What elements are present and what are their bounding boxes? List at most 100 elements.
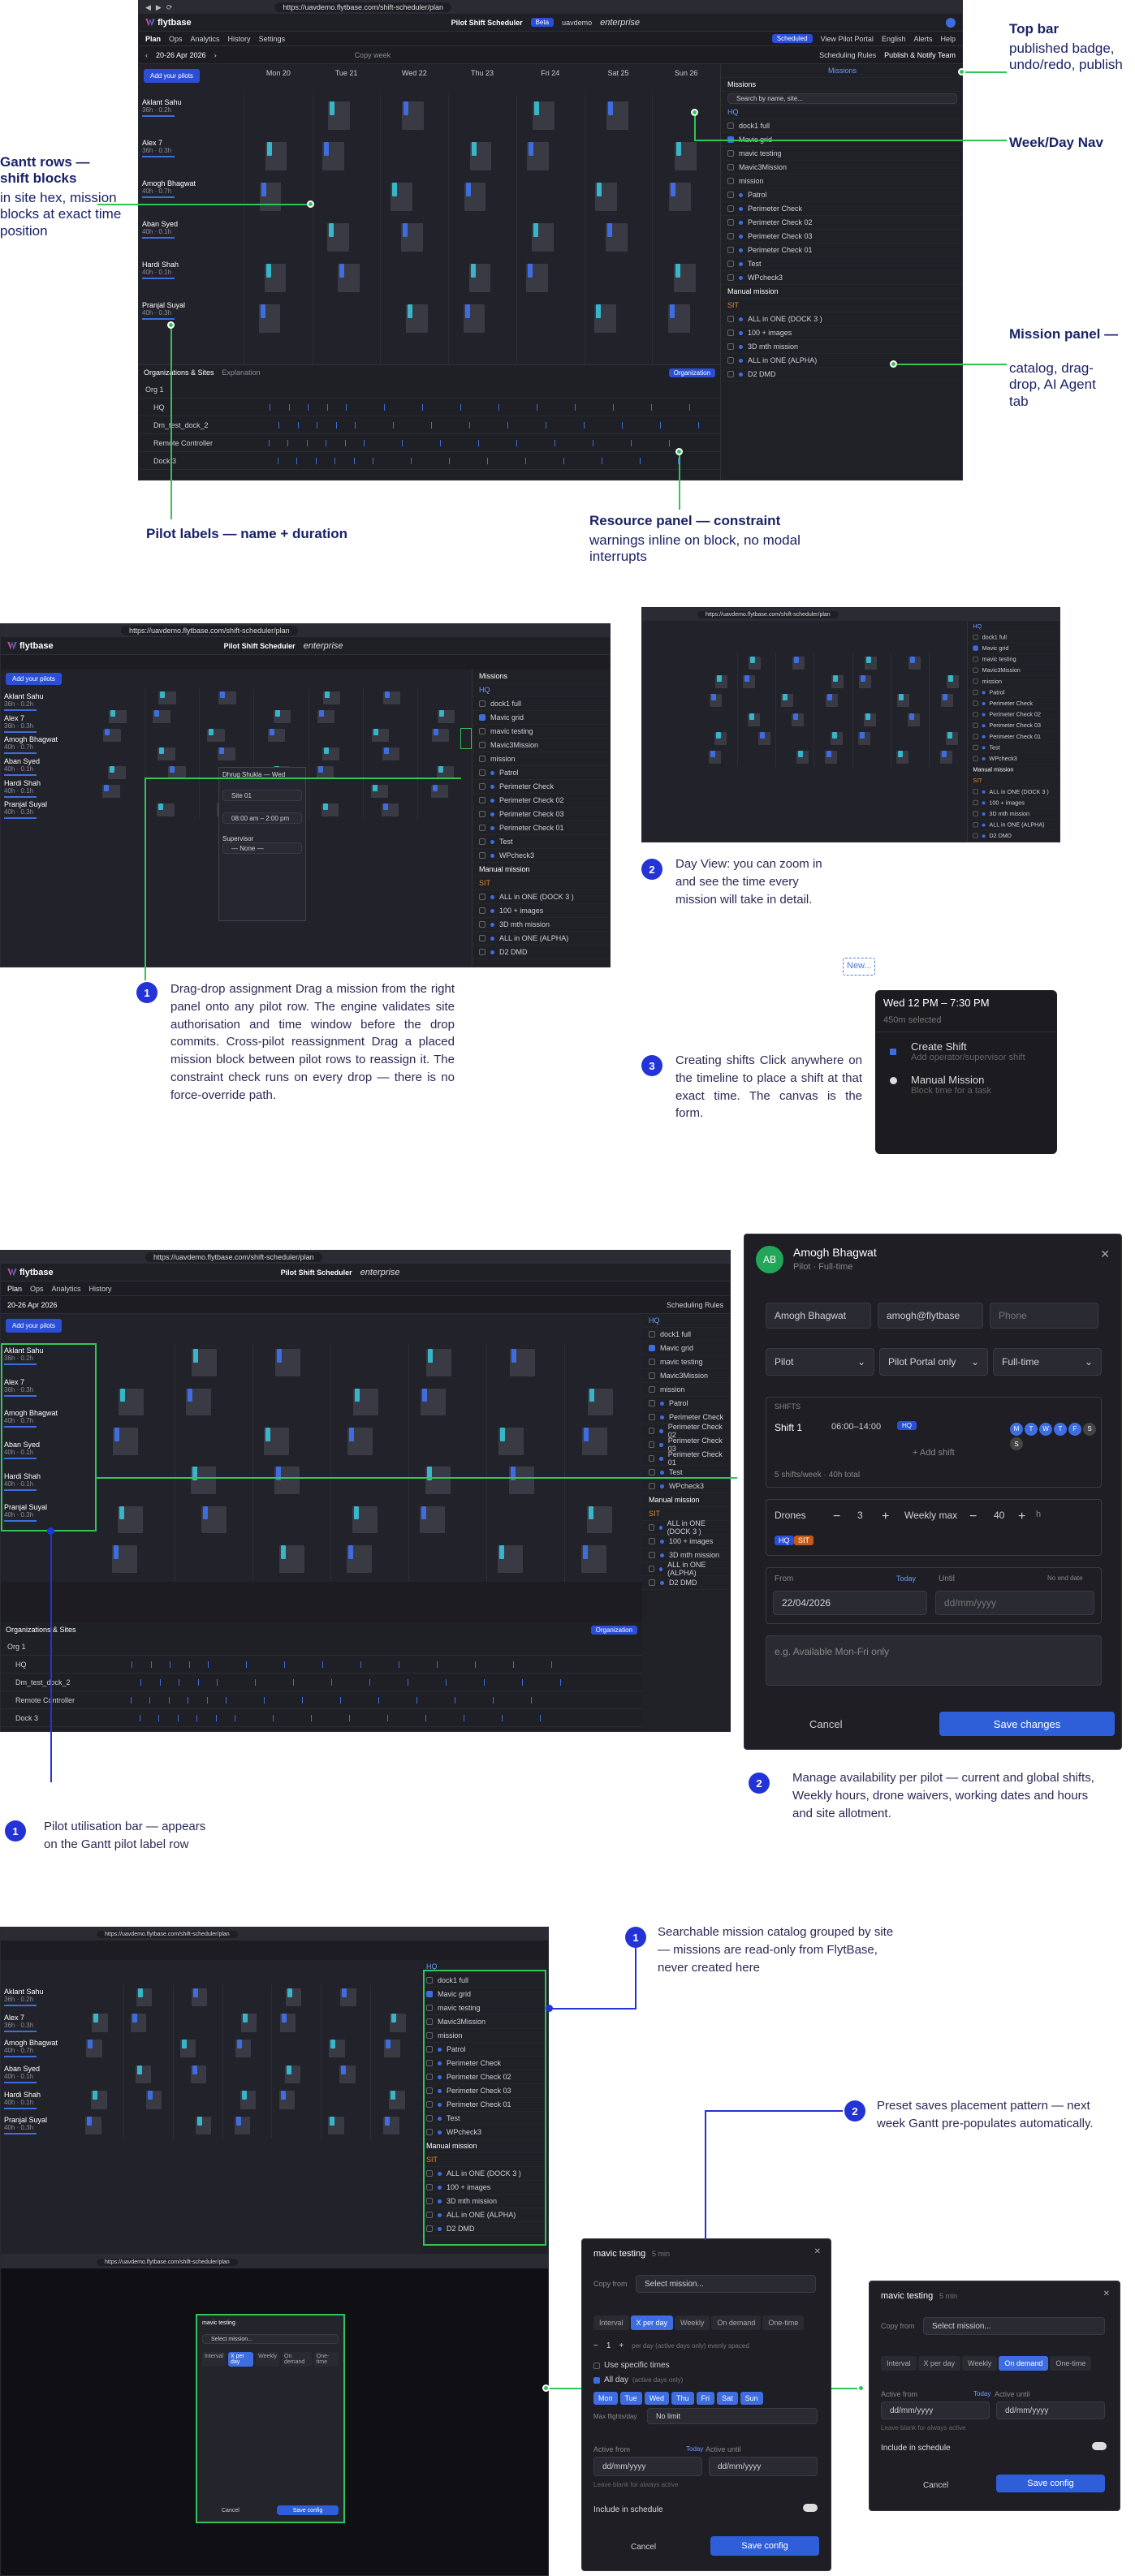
mission-item[interactable]: mavic testing (642, 1355, 730, 1369)
mission-item[interactable]: Patrol (642, 1397, 730, 1411)
mission-block[interactable] (947, 674, 953, 682)
cancel-button[interactable]: Cancel (631, 2543, 656, 2552)
pilot-row[interactable]: Hardi Shah 40h · 0.1h (139, 261, 179, 279)
mission-block[interactable] (93, 2091, 98, 2100)
mission-item[interactable]: ALL in ONE (ALPHA) (721, 354, 962, 368)
frequency-tab[interactable]: On demand (282, 2352, 312, 2367)
checkbox[interactable] (973, 657, 978, 662)
mission-block[interactable] (110, 765, 115, 773)
mission-item[interactable]: mission (642, 1383, 730, 1397)
mission-block[interactable] (385, 2117, 391, 2126)
frequency-tab[interactable]: X per day (227, 2352, 254, 2367)
mission-item[interactable]: 100 + images (642, 1535, 730, 1549)
mission-block[interactable] (529, 141, 534, 156)
mission-block[interactable] (383, 747, 389, 754)
scheduling-rules-button[interactable]: Scheduling Rules (667, 1301, 723, 1309)
menu-analytics[interactable]: Analytics (191, 35, 220, 43)
mission-item[interactable]: D2 DMD (968, 830, 1059, 842)
help-link[interactable]: Help (940, 35, 956, 43)
mission-block[interactable] (826, 694, 832, 701)
pilot-row[interactable]: Pranjal Suyal 40h · 0.3h (1, 800, 47, 820)
pilot-row[interactable]: Alex 7 36h · 0.3h (1, 714, 37, 733)
manual-mission-link[interactable]: Manual mission (968, 765, 1059, 776)
no-end-date-check[interactable]: No end date (1047, 1574, 1083, 1582)
checkbox[interactable] (649, 1483, 655, 1489)
checkbox[interactable] (649, 1428, 655, 1434)
mission-block[interactable] (196, 2117, 202, 2126)
mission-block[interactable] (584, 1427, 589, 1441)
day-chip[interactable]: Sun (740, 2392, 763, 2405)
mission-block[interactable] (391, 2091, 396, 2100)
mission-block[interactable] (783, 694, 788, 701)
resource-row[interactable]: Remote Controller (139, 434, 720, 452)
day-toggle[interactable]: F (1068, 1422, 1081, 1436)
mission-block[interactable] (318, 710, 324, 717)
mission-item[interactable]: dock1 full (721, 119, 962, 133)
checkbox[interactable] (479, 949, 486, 955)
day-chip[interactable]: Tue (619, 2392, 642, 2405)
checkbox[interactable] (479, 797, 486, 803)
resource-row[interactable]: Dm_test_dock_2 (139, 416, 720, 434)
checkbox[interactable] (973, 756, 978, 761)
day-toggle[interactable]: M (1010, 1422, 1023, 1436)
pilot-row[interactable]: Alex 7 36h · 0.3h (1, 2014, 37, 2032)
mini-copy-from[interactable]: Select mission... (202, 2334, 339, 2344)
checkbox[interactable] (973, 833, 978, 838)
mission-item[interactable]: Perimeter Check 01 (721, 243, 962, 257)
checkbox[interactable] (479, 825, 486, 831)
checkbox[interactable] (479, 700, 486, 707)
checkbox[interactable] (727, 233, 734, 239)
cancel-button[interactable]: Cancel (809, 1718, 842, 1730)
checkbox[interactable] (479, 921, 486, 928)
mission-item[interactable]: Mavic3Mission (642, 1369, 730, 1383)
day-toggle[interactable]: W (1039, 1422, 1052, 1436)
mission-block[interactable] (528, 263, 533, 278)
checkbox[interactable] (727, 164, 734, 170)
mission-block[interactable] (348, 1544, 354, 1559)
checkbox[interactable] (973, 722, 978, 728)
checkbox[interactable] (727, 247, 734, 253)
url-bar[interactable]: https://uavdemo.flytbase.com/shift-sched… (97, 1930, 238, 1938)
mission-item[interactable]: ALL in ONE (ALPHA) (473, 932, 610, 946)
copy-from-select[interactable]: Select mission... (636, 2275, 816, 2293)
url-bar[interactable]: https://uavdemo.flytbase.com/shift-sched… (697, 610, 839, 618)
mission-block[interactable] (750, 656, 756, 663)
mission-block[interactable] (428, 1349, 434, 1363)
mission-item[interactable]: Perimeter Check 03 (473, 808, 610, 821)
all-day-toggle[interactable]: All day (active days only) (593, 2376, 683, 2384)
resource-row[interactable]: Dock 3 (1, 1709, 642, 1727)
frequency-tab[interactable]: Weekly (675, 2315, 710, 2330)
tab-explanation[interactable]: Explanation (222, 368, 261, 377)
organization-button[interactable]: Organization (668, 368, 715, 377)
mission-block[interactable] (159, 747, 165, 754)
mission-block[interactable] (147, 2091, 153, 2100)
gantt-grid[interactable] (97, 1343, 642, 1582)
resource-row[interactable]: HQ (1, 1656, 642, 1674)
mission-block[interactable] (158, 803, 164, 810)
close-icon[interactable]: ✕ (814, 2247, 821, 2256)
checkbox[interactable] (479, 852, 486, 859)
mission-block[interactable] (242, 2014, 248, 2023)
pilot-row[interactable]: Alex 7 36h · 0.3h (139, 139, 175, 157)
mission-block[interactable] (438, 710, 444, 717)
checkbox[interactable] (649, 1359, 655, 1365)
mission-block[interactable] (749, 713, 755, 720)
frequency-tab[interactable]: One-time (762, 2315, 805, 2330)
manual-mission-option[interactable]: Manual Mission Block time for a task (875, 1062, 1057, 1096)
alerts-link[interactable]: Alerts (913, 35, 932, 43)
pilot-row[interactable]: Hardi Shah 40h · 0.1h (1, 779, 41, 798)
scheduling-rules-button[interactable]: Scheduling Rules (819, 51, 876, 59)
mission-block[interactable] (596, 304, 602, 318)
checkbox[interactable] (973, 634, 978, 640)
mission-search-input[interactable]: Search by name, site... (727, 93, 957, 104)
day-toggle[interactable]: S (1010, 1437, 1023, 1450)
back-icon[interactable]: ◀ (145, 3, 151, 12)
resource-row[interactable]: Org 1 (139, 381, 720, 398)
checkbox[interactable] (479, 756, 486, 762)
mission-block[interactable] (384, 691, 390, 699)
increment-icon[interactable]: + (619, 2341, 624, 2350)
pilot-row[interactable]: Pranjal Suyal 40h · 0.3h (139, 301, 185, 320)
mission-item[interactable]: ALL in ONE (DOCK 3 ) (721, 312, 962, 326)
frequency-tab[interactable]: Interval (202, 2352, 226, 2367)
mission-block[interactable] (710, 751, 716, 758)
